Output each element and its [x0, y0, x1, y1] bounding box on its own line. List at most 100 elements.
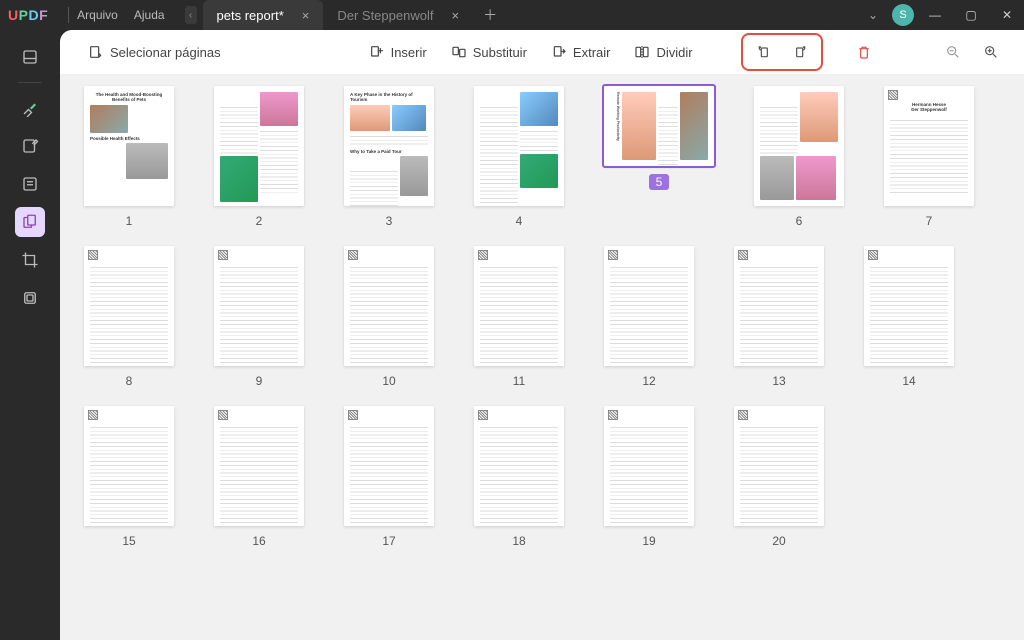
select-icon: [88, 44, 104, 60]
page-number: 4: [516, 214, 523, 228]
extract-icon: [551, 44, 567, 60]
page-number: 1: [126, 214, 133, 228]
select-pages-label: Selecionar páginas: [110, 45, 221, 60]
page-thumbnail[interactable]: [864, 246, 954, 366]
qr-icon: [738, 410, 748, 420]
tool-organize-pages-icon[interactable]: [15, 207, 45, 237]
rotate-left-button[interactable]: [749, 37, 779, 67]
content-area: Selecionar páginas Inserir Substituir Ex…: [60, 30, 1024, 640]
tab-label: pets report*: [217, 8, 284, 23]
rotate-right-button[interactable]: [785, 37, 815, 67]
page-thumbnail[interactable]: [344, 406, 434, 526]
page-number-selected: 5: [649, 174, 670, 190]
zoom-out-button[interactable]: [938, 37, 968, 67]
page-number: 20: [772, 534, 785, 548]
qr-icon: [608, 410, 618, 420]
page-number: 9: [256, 374, 263, 388]
replace-label: Substituir: [473, 45, 527, 60]
qr-icon: [608, 250, 618, 260]
tool-highlight-icon[interactable]: [15, 93, 45, 123]
insert-label: Inserir: [391, 45, 427, 60]
menu-file[interactable]: Arquivo: [77, 8, 118, 22]
page-thumbnail[interactable]: [84, 246, 174, 366]
split-button[interactable]: Dividir: [624, 38, 702, 66]
qr-icon: [888, 90, 898, 100]
page-thumbnail-selected[interactable]: Remote Working Productivity: [604, 86, 714, 166]
chevron-down-icon[interactable]: ⌄: [868, 8, 878, 22]
qr-icon: [88, 250, 98, 260]
thumb-title: A Key Phase in the History of Tourism: [350, 92, 428, 103]
page-number: 19: [642, 534, 655, 548]
extract-button[interactable]: Extrair: [541, 38, 621, 66]
qr-icon: [738, 250, 748, 260]
page-number: 15: [122, 534, 135, 548]
page-number: 7: [926, 214, 933, 228]
qr-icon: [218, 410, 228, 420]
separator: [18, 82, 42, 83]
page-thumbnail[interactable]: [604, 406, 694, 526]
page-number: 17: [382, 534, 395, 548]
thumb-title: The Health and Mood-Boosting Benefits of…: [90, 92, 168, 103]
close-icon[interactable]: ×: [451, 8, 459, 23]
insert-icon: [369, 44, 385, 60]
page-thumbnail[interactable]: [734, 406, 824, 526]
page-number: 12: [642, 374, 655, 388]
page-thumbnail[interactable]: The Health and Mood-Boosting Benefits of…: [84, 86, 174, 206]
tab-handle-icon[interactable]: ‹: [185, 6, 197, 24]
page-number: 10: [382, 374, 395, 388]
qr-icon: [478, 250, 488, 260]
page-number: 6: [796, 214, 803, 228]
window-controls: ― ▢ ✕: [926, 8, 1016, 22]
page-thumbnail[interactable]: [474, 406, 564, 526]
tool-ocr-icon[interactable]: [15, 169, 45, 199]
select-pages-button[interactable]: Selecionar páginas: [78, 38, 231, 66]
replace-icon: [451, 44, 467, 60]
menu-help[interactable]: Ajuda: [134, 8, 165, 22]
page-number: 2: [256, 214, 263, 228]
page-number: 14: [902, 374, 915, 388]
tab-inactive[interactable]: Der Steppenwolf ×: [323, 0, 473, 30]
insert-button[interactable]: Inserir: [359, 38, 437, 66]
tab-active[interactable]: pets report* ×: [203, 0, 324, 30]
left-sidebar: [0, 30, 60, 640]
close-icon[interactable]: ×: [302, 8, 310, 23]
tool-edit-icon[interactable]: [15, 131, 45, 161]
maximize-icon[interactable]: ▢: [962, 8, 980, 22]
page-thumbnail[interactable]: [214, 406, 304, 526]
avatar[interactable]: S: [892, 4, 914, 26]
replace-button[interactable]: Substituir: [441, 38, 537, 66]
zoom-out-icon: [945, 44, 961, 60]
delete-button[interactable]: [849, 37, 879, 67]
page-toolbar: Selecionar páginas Inserir Substituir Ex…: [60, 30, 1024, 74]
split-icon: [634, 44, 650, 60]
page-thumbnail[interactable]: Hermann HesseDer Steppenwolf: [884, 86, 974, 206]
tool-crop-icon[interactable]: [15, 245, 45, 275]
page-number: 16: [252, 534, 265, 548]
tool-compress-icon[interactable]: [15, 283, 45, 313]
zoom-in-button[interactable]: [976, 37, 1006, 67]
qr-icon: [348, 250, 358, 260]
qr-icon: [478, 410, 488, 420]
split-label: Dividir: [656, 45, 692, 60]
page-thumbnail[interactable]: [214, 246, 304, 366]
page-thumbnail[interactable]: [754, 86, 844, 206]
page-thumbnail[interactable]: [344, 246, 434, 366]
close-window-icon[interactable]: ✕: [998, 8, 1016, 22]
page-thumbnail[interactable]: [734, 246, 824, 366]
thumbnail-grid: The Health and Mood-Boosting Benefits of…: [60, 74, 1024, 640]
page-thumbnail[interactable]: [214, 86, 304, 206]
page-thumbnail[interactable]: A Key Phase in the History of Tourism Wh…: [344, 86, 434, 206]
page-thumbnail[interactable]: [604, 246, 694, 366]
page-thumbnail[interactable]: [474, 246, 564, 366]
page-number: 11: [513, 374, 525, 388]
page-number: 8: [126, 374, 133, 388]
page-number: 18: [512, 534, 525, 548]
zoom-controls: [938, 37, 1006, 67]
qr-icon: [218, 250, 228, 260]
page-thumbnail[interactable]: [474, 86, 564, 206]
add-tab-icon[interactable]: ＋: [483, 5, 497, 25]
tool-thumbnails-icon[interactable]: [15, 42, 45, 72]
qr-icon: [348, 410, 358, 420]
minimize-icon[interactable]: ―: [926, 8, 944, 22]
page-thumbnail[interactable]: [84, 406, 174, 526]
